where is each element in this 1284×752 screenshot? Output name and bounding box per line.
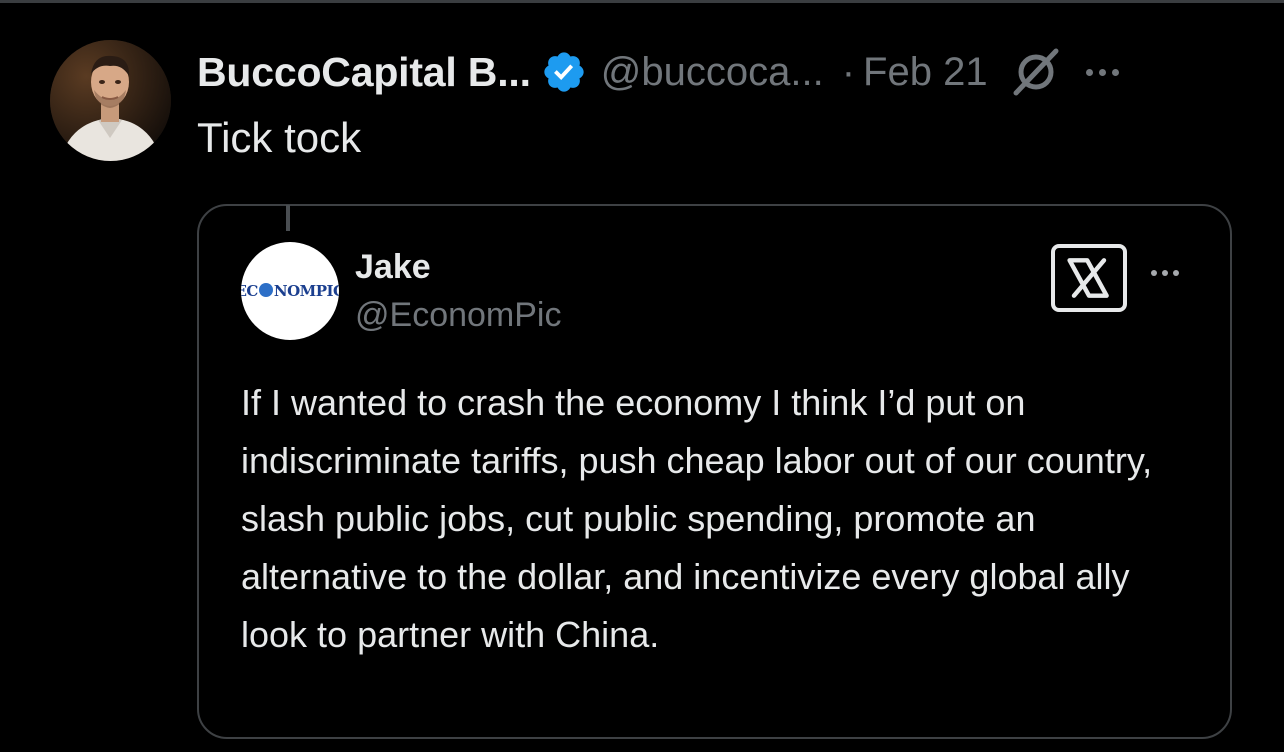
author-display-name[interactable]: BuccoCapital B... bbox=[197, 49, 531, 96]
quoted-tweet-text: If I wanted to crash the economy I think… bbox=[241, 382, 1153, 655]
author-handle[interactable]: @buccoca... bbox=[601, 50, 824, 95]
quoted-tweet-card[interactable]: EC NOMPIC Jake @EconomPic If I wanted to … bbox=[197, 204, 1232, 739]
author-avatar[interactable] bbox=[50, 40, 171, 161]
quoted-author-handle[interactable]: @EconomPic bbox=[355, 296, 561, 335]
logo-text-end: NOMPIC bbox=[273, 282, 339, 300]
economic-logo: EC NOMPIC bbox=[241, 282, 339, 300]
more-icon[interactable] bbox=[1085, 44, 1119, 100]
tweet-header: BuccoCapital B... @buccoca... · Feb 21 bbox=[197, 44, 1119, 100]
globe-icon bbox=[258, 283, 273, 297]
tweet[interactable]: BuccoCapital B... @buccoca... · Feb 21 T… bbox=[0, 0, 1284, 752]
quoted-author-name[interactable]: Jake bbox=[355, 248, 431, 287]
header-separator: · bbox=[841, 49, 856, 94]
grok-icon[interactable] bbox=[1008, 44, 1064, 100]
logo-text-start: EC bbox=[241, 282, 258, 300]
author-avatar-image bbox=[50, 40, 171, 161]
tweet-date[interactable]: Feb 21 bbox=[863, 50, 988, 95]
verified-badge-icon bbox=[541, 49, 587, 95]
x-logo-icon bbox=[1051, 244, 1127, 312]
quoted-more-icon[interactable] bbox=[1151, 270, 1179, 276]
thread-connector bbox=[286, 205, 290, 231]
tweet-text: Tick tock bbox=[197, 114, 362, 161]
quoted-author-avatar[interactable]: EC NOMPIC bbox=[241, 242, 339, 340]
